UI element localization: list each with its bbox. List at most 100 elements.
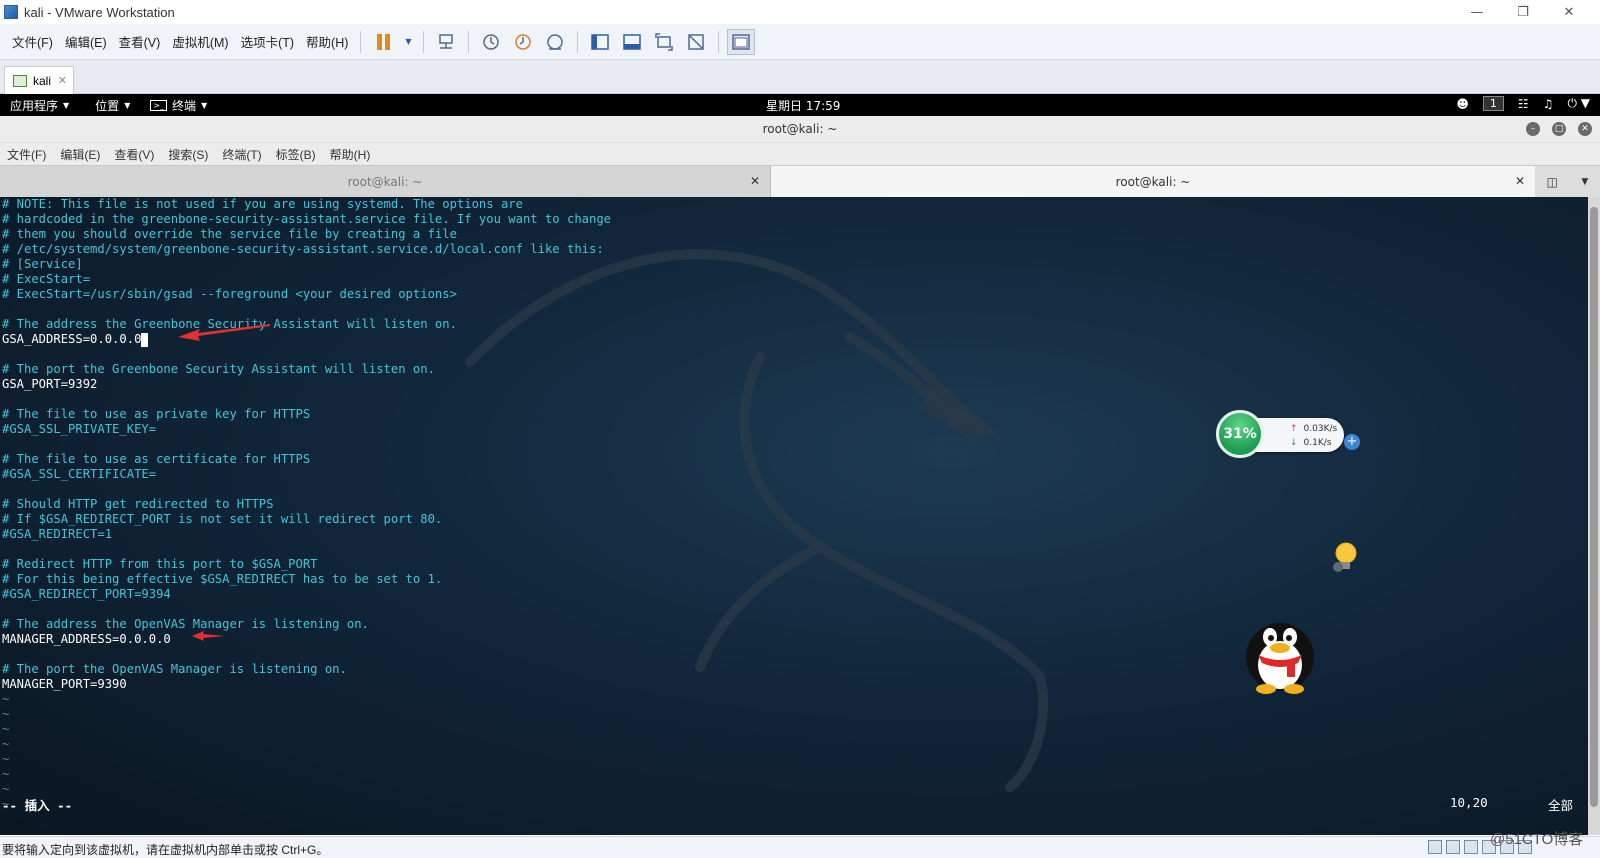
power-icon[interactable]: ⏻ ▼ (1567, 96, 1590, 111)
toolbar-separator (360, 30, 362, 53)
editor-line-text: # hardcoded in the greenbone-security-as… (2, 212, 612, 226)
close-icon[interactable]: ✕ (1578, 122, 1592, 136)
close-icon[interactable]: ✕ (1546, 0, 1592, 24)
editor-line-text: # NOTE: This file is not used if you are… (2, 197, 523, 211)
snapshot-icon (483, 33, 500, 50)
menu-vm[interactable]: 虚拟机(M) (166, 32, 234, 51)
terminal-icon: >_ (150, 99, 168, 111)
tab-close-icon[interactable]: ✕ (750, 174, 760, 188)
caret-down-icon: ▼ (63, 100, 70, 110)
snapshot-button[interactable] (477, 29, 505, 55)
editor-line-text: #GSA_REDIRECT_PORT=9394 (2, 587, 171, 601)
applications-label: 应用程序 (10, 98, 59, 113)
network-icon[interactable]: ☷ (1518, 97, 1529, 111)
vmware-menubar: 文件(F) 编辑(E) 查看(V) 虚拟机(M) 选项卡(T) 帮助(H) (6, 32, 354, 51)
applications-menu[interactable]: 应用程序 ▼ (0, 97, 79, 114)
library-icon (591, 33, 610, 50)
editor-line: #GSA_REDIRECT_PORT=9394 (2, 587, 611, 602)
editor-line-text: # ExecStart= (2, 272, 91, 286)
network-adapter-icon[interactable] (1464, 840, 1478, 854)
editor-line-text: # Redirect HTTP from this port to $GSA_P… (2, 557, 318, 571)
show-library-button[interactable] (586, 29, 614, 55)
editor-line-text: # ExecStart=/usr/sbin/gsad --foreground … (2, 287, 457, 301)
terminal-content[interactable]: # NOTE: This file is not used if you are… (0, 197, 1588, 835)
lightbulb-icon[interactable] (1330, 541, 1358, 575)
editor-line-text: MANAGER_ADDRESS=0.0.0.0 (2, 632, 171, 646)
editor-line: # hardcoded in the greenbone-security-as… (2, 212, 611, 227)
restore-icon[interactable]: ❐ (1500, 0, 1546, 24)
terminal-scrollbar[interactable] (1588, 197, 1600, 835)
panel-status-area: ☻ 1 ☷ ♫ ⏻ ▼ (1456, 96, 1590, 111)
term-menu-search[interactable]: 搜索(S) (161, 146, 215, 163)
term-menu-tabs[interactable]: 标签(B) (269, 146, 323, 163)
volume-icon[interactable]: ♫ (1543, 97, 1554, 111)
editor-line-text: # If $GSA_REDIRECT_PORT is not set it wi… (2, 512, 443, 526)
editor-line: # The address the OpenVAS Manager is lis… (2, 617, 611, 632)
editor-line-text: ~ (2, 782, 10, 796)
term-menu-edit[interactable]: 编辑(E) (53, 146, 107, 163)
toolbar-separator (468, 30, 470, 53)
terminal-tab-2[interactable]: root@kali: ~ ✕ (770, 166, 1535, 198)
qq-penguin-icon[interactable] (1232, 615, 1328, 695)
editor-line: # /etc/systemd/system/greenbone-security… (2, 242, 611, 257)
places-label: 位置 (95, 98, 120, 113)
term-menu-view[interactable]: 查看(V) (107, 146, 161, 163)
editor-line: # them you should override the service f… (2, 227, 611, 242)
term-menu-help[interactable]: 帮助(H) (323, 146, 378, 163)
tab-close-icon[interactable]: ✕ (58, 74, 67, 87)
terminal-app-menu[interactable]: >_ 终端 ▼ (140, 97, 217, 114)
editor-line-text: # Should HTTP get redirected to HTTPS (2, 497, 274, 511)
revert-snapshot-button[interactable] (509, 29, 537, 55)
hard-disk-icon[interactable] (1428, 840, 1442, 854)
editor-line: MANAGER_ADDRESS=0.0.0.0 (2, 632, 611, 647)
vmware-statusbar: 要将输入定向到该虚拟机，请在虚拟机内部单击或按 Ctrl+G。 (0, 836, 1600, 858)
editor-line-text: GSA_PORT=9392 (2, 377, 98, 391)
term-menu-file[interactable]: 文件(F) (0, 146, 53, 163)
window-controls: — ❐ ✕ (1454, 0, 1592, 24)
menu-tabs[interactable]: 选项卡(T) (235, 32, 300, 51)
status-hint: 要将输入定向到该虚拟机，请在虚拟机内部单击或按 Ctrl+G。 (2, 843, 329, 857)
window-title: kali - VMware Workstation (24, 4, 175, 20)
clock[interactable]: 星期日 17:59 (766, 97, 840, 114)
terminal-tab-1[interactable]: root@kali: ~ ✕ (0, 166, 770, 198)
console-view-button[interactable] (727, 28, 756, 55)
network-speed-widget[interactable]: ↑ 0.03K/s ↓ 0.1K/s + 31% (1216, 410, 1360, 458)
people-icon[interactable]: ☻ (1456, 97, 1469, 111)
send-ctrl-alt-del-button[interactable] (432, 29, 460, 55)
editor-line: # Should HTTP get redirected to HTTPS (2, 497, 611, 512)
power-dropdown-icon[interactable]: ▼ (401, 29, 415, 55)
workspace-indicator[interactable]: 1 (1482, 96, 1504, 111)
show-thumbnail-button[interactable] (618, 29, 646, 55)
editor-line: # Redirect HTTP from this port to $GSA_P… (2, 557, 611, 572)
menu-help[interactable]: 帮助(H) (300, 32, 354, 51)
menu-edit[interactable]: 编辑(E) (59, 32, 113, 51)
editor-line-text: # /etc/systemd/system/greenbone-security… (2, 242, 604, 256)
unity-button[interactable] (682, 29, 710, 55)
text-cursor (141, 332, 149, 347)
editor-line-text: # [Service] (2, 257, 83, 271)
scrollbar-thumb[interactable] (1590, 207, 1598, 807)
snapshot-manager-button[interactable] (541, 29, 569, 55)
memory-percent-badge[interactable]: 31% (1216, 410, 1264, 458)
menu-file[interactable]: 文件(F) (6, 32, 59, 51)
cd-dvd-icon[interactable] (1446, 840, 1460, 854)
empty-buffer-line: ~ (2, 767, 611, 782)
vm-tab-kali[interactable]: kali ✕ (4, 66, 74, 94)
tab-list-dropdown-icon[interactable]: ▼ (1581, 177, 1588, 187)
tab-close-icon[interactable]: ✕ (1515, 174, 1525, 188)
places-menu[interactable]: 位置 ▼ (85, 97, 140, 114)
minimize-icon[interactable]: — (1454, 0, 1500, 24)
accelerate-plus-icon[interactable]: + (1344, 434, 1360, 450)
term-menu-terminal[interactable]: 终端(T) (215, 146, 268, 163)
maximize-icon[interactable]: □ (1552, 122, 1566, 136)
new-tab-icon[interactable]: ◫ (1547, 175, 1558, 189)
pause-button[interactable] (369, 29, 397, 55)
menu-view[interactable]: 查看(V) (113, 32, 167, 51)
fullscreen-button[interactable] (650, 29, 678, 55)
minimize-icon[interactable]: – (1526, 122, 1540, 136)
